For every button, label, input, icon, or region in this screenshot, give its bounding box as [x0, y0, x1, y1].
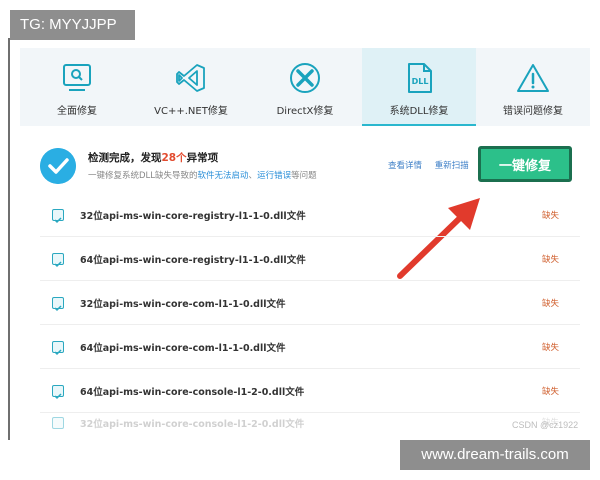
checkmark-icon	[54, 261, 62, 268]
tab-full-repair[interactable]: 全面修复	[20, 48, 134, 126]
checkmark-icon	[54, 305, 62, 312]
item-checkbox[interactable]	[52, 253, 64, 268]
item-name: 64位api-ms-win-core-console-l1-2-0.dll文件	[80, 387, 305, 398]
status-subline: 一键修复系统DLL缺失导致的软件无法启动、运行错误等问题	[88, 171, 317, 181]
item-status: 缺失	[542, 343, 560, 353]
tab-label: VC++.NET修复	[154, 106, 228, 117]
item-name: 32位api-ms-win-core-com-l1-1-0.dll文件	[80, 299, 286, 310]
monitor-search-icon	[63, 64, 91, 91]
item-status: 缺失	[542, 299, 560, 309]
item-checkbox[interactable]	[52, 341, 64, 356]
item-status: 缺失	[542, 387, 560, 397]
list-item: 64位api-ms-win-core-com-l1-1-0.dll文件 缺失	[40, 325, 580, 369]
item-checkbox[interactable]	[52, 417, 64, 429]
visual-studio-icon	[176, 64, 205, 92]
checkmark-icon	[54, 393, 62, 400]
dll-file-icon: DLL	[408, 63, 432, 93]
missing-dll-list: 32位api-ms-win-core-registry-l1-1-0.dll文件…	[40, 193, 580, 433]
list-item: 32位api-ms-win-core-console-l1-2-0.dll文件 …	[40, 413, 580, 433]
rescan-link[interactable]: 重新扫描	[435, 161, 469, 171]
item-status: 缺失	[542, 211, 560, 221]
watermark-bottom: www.dream-trails.com	[400, 440, 590, 470]
tab-label: DirectX修复	[276, 106, 334, 117]
source-credit: CSDN @cz1922	[512, 420, 579, 430]
one-click-fix-button[interactable]: 一键修复	[478, 146, 572, 182]
warning-triangle-icon	[517, 64, 549, 92]
item-checkbox[interactable]	[52, 297, 64, 312]
item-checkbox[interactable]	[52, 209, 64, 224]
checkmark-icon	[54, 217, 62, 224]
tab-error-repair[interactable]: 错误问题修复	[476, 48, 590, 126]
tab-vc-net-repair[interactable]: VC++.NET修复	[134, 48, 248, 126]
tab-label: 系统DLL修复	[389, 106, 449, 117]
check-circle-icon	[40, 148, 76, 184]
issue-count: 28个	[161, 152, 187, 164]
list-item: 32位api-ms-win-core-com-l1-1-0.dll文件 缺失	[40, 281, 580, 325]
repair-window: 全面修复 VC++.NET修复 DirectX修复 DLL 系统DLL修复 错误…	[8, 38, 592, 440]
list-item: 32位api-ms-win-core-registry-l1-1-0.dll文件…	[40, 193, 580, 237]
item-name: 64位api-ms-win-core-com-l1-1-0.dll文件	[80, 343, 286, 354]
item-name: 64位api-ms-win-core-registry-l1-1-0.dll文件	[80, 255, 306, 266]
tab-directx-repair[interactable]: DirectX修复	[248, 48, 362, 126]
watermark-top: TG: MYYJJPP	[10, 10, 135, 40]
item-checkbox[interactable]	[52, 385, 64, 400]
directx-icon	[290, 63, 320, 93]
tab-label: 全面修复	[57, 106, 97, 117]
status-headline: 检测完成，发现28个异常项	[88, 152, 219, 164]
svg-text:DLL: DLL	[412, 77, 429, 86]
status-actions: 查看详情 重新扫描	[388, 159, 479, 171]
list-item: 64位api-ms-win-core-console-l1-2-0.dll文件 …	[40, 369, 580, 413]
item-name: 32位api-ms-win-core-console-l1-2-0.dll文件	[80, 419, 305, 430]
tab-system-dll-repair[interactable]: DLL 系统DLL修复	[362, 48, 476, 126]
item-name: 32位api-ms-win-core-registry-l1-1-0.dll文件	[80, 211, 306, 222]
view-details-link[interactable]: 查看详情	[388, 161, 422, 171]
item-status: 缺失	[542, 255, 560, 265]
list-item: 64位api-ms-win-core-registry-l1-1-0.dll文件…	[40, 237, 580, 281]
checkmark-icon	[54, 349, 62, 356]
tab-label: 错误问题修复	[503, 106, 563, 117]
tab-bar: 全面修复 VC++.NET修复 DirectX修复 DLL 系统DLL修复 错误…	[20, 48, 590, 126]
